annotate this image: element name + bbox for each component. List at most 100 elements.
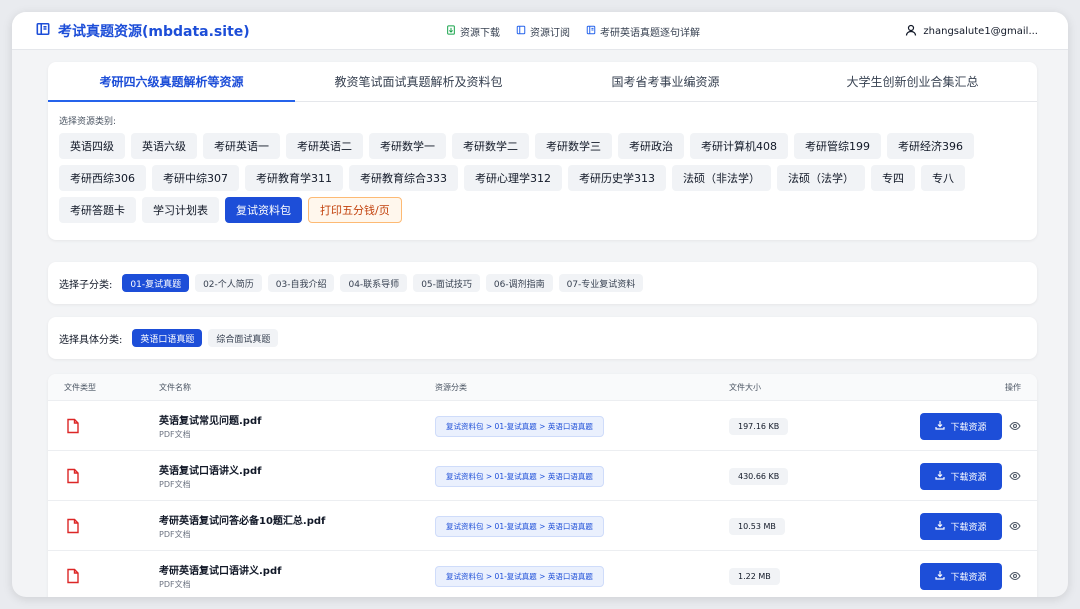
file-type: PDF文档 xyxy=(159,480,191,489)
specific-label: 选择具体分类: xyxy=(59,334,123,346)
header-category: 资源分类 xyxy=(435,382,467,392)
header-file-name: 文件名称 xyxy=(159,382,191,392)
category-chip[interactable]: 考研中综307 xyxy=(152,165,239,191)
category-chip[interactable]: 考研管综199 xyxy=(794,133,881,159)
table-row: 英语复试常见问题.pdf PDF文档 复试资料包 > 01-复试真题 > 英语口语… xyxy=(48,400,1037,450)
specific-pill-selected[interactable]: 英语口语真题 xyxy=(132,329,203,347)
category-label: 选择资源类别: xyxy=(59,117,117,127)
preview-eye-icon[interactable] xyxy=(1009,401,1021,451)
subcategory-pill[interactable]: 04-联系导师 xyxy=(340,274,408,292)
pdf-icon xyxy=(66,501,80,551)
category-path-badge: 复试资料包 > 01-复试真题 > 英语口语真题 xyxy=(435,465,604,487)
subcategory-pill[interactable]: 07-专业复试资料 xyxy=(558,274,644,292)
category-chip[interactable]: 专八 xyxy=(921,165,965,191)
file-name-cell: 英语复试常见问题.pdf PDF文档 xyxy=(159,412,261,440)
user-icon xyxy=(905,24,917,39)
download-icon xyxy=(935,420,946,433)
preview-eye-icon[interactable] xyxy=(1009,451,1021,501)
category-chip[interactable]: 专四 xyxy=(871,165,915,191)
download-button[interactable]: 下载资源 xyxy=(920,412,1002,440)
brand[interactable]: 考试真题资源(mbdata.site) xyxy=(36,21,250,41)
pdf-icon xyxy=(66,401,80,451)
browser-window: 考试真题资源(mbdata.site) 资源下载 资源订阅 考研英语真题逐句详解 xyxy=(12,12,1068,597)
print-service-chip[interactable]: 打印五分钱/页 xyxy=(308,197,402,223)
category-chip[interactable]: 英语六级 xyxy=(131,133,197,159)
file-type: PDF文档 xyxy=(159,580,191,589)
category-chip[interactable]: 考研教育学311 xyxy=(245,165,343,191)
tab-innovation[interactable]: 大学生创新创业合集汇总 xyxy=(789,62,1036,101)
category-chip[interactable]: 学习计划表 xyxy=(142,197,219,223)
preview-eye-icon[interactable] xyxy=(1009,501,1021,551)
tab-civil-service[interactable]: 国考省考事业编资源 xyxy=(542,62,789,101)
category-chip[interactable]: 考研经济396 xyxy=(887,133,974,159)
nav-link-label: 考研英语真题逐句详解 xyxy=(600,27,700,39)
file-name: 考研英语复试问答必备10题汇总.pdf xyxy=(159,516,326,527)
category-chip-selected[interactable]: 复试资料包 xyxy=(225,197,302,223)
resource-category-card: 考研四六级真题解析等资源 教资笔试面试真题解析及资料包 国考省考事业编资源 大学… xyxy=(48,62,1037,240)
subcategory-pill-selected[interactable]: 01-复试真题 xyxy=(122,274,190,292)
category-chip[interactable]: 考研数学二 xyxy=(452,133,529,159)
download-label: 下载资源 xyxy=(950,422,987,433)
category-chip[interactable]: 考研数学三 xyxy=(535,133,612,159)
download-icon xyxy=(935,470,946,483)
brand-title: 考试真题资源(mbdata.site) xyxy=(58,23,250,40)
download-button[interactable]: 下载资源 xyxy=(920,512,1002,540)
category-chips: 英语四级 英语六级 考研英语一 考研英语二 考研数学一 考研数学二 考研数学三 … xyxy=(48,127,1023,223)
nav-link-english-detail[interactable]: 考研英语真题逐句详解 xyxy=(586,24,700,39)
category-chip[interactable]: 考研西综306 xyxy=(59,165,146,191)
download-button[interactable]: 下载资源 xyxy=(920,462,1002,490)
table-header: 文件类型 文件名称 资源分类 文件大小 操作 xyxy=(48,374,1037,400)
table-row: 考研英语复试问答必备10题汇总.pdf PDF文档 复试资料包 > 01-复试真题… xyxy=(48,500,1037,550)
category-chip[interactable]: 考研英语一 xyxy=(203,133,280,159)
category-chip[interactable]: 考研数学一 xyxy=(369,133,446,159)
file-name: 英语复试口语讲义.pdf xyxy=(159,466,262,477)
user-menu[interactable]: zhangsalute1@gmail... xyxy=(905,12,1038,50)
file-size-badge: 430.66 KB xyxy=(729,467,789,485)
header-file-size: 文件大小 xyxy=(729,382,761,392)
subcategory-card: 选择子分类: 01-复试真题 02-个人简历 03-自我介绍 04-联系导师 0… xyxy=(48,262,1037,304)
category-path-badge: 复试资料包 > 01-复试真题 > 英语口语真题 xyxy=(435,415,604,437)
file-name: 英语复试常见问题.pdf xyxy=(159,416,262,427)
file-type: PDF文档 xyxy=(159,430,191,439)
category-path-badge: 复试资料包 > 01-复试真题 > 英语口语真题 xyxy=(435,515,604,537)
category-chip[interactable]: 考研答题卡 xyxy=(59,197,136,223)
tab-teacher-cert[interactable]: 教资笔试面试真题解析及资料包 xyxy=(295,62,542,101)
nav-link-subscribe[interactable]: 资源订阅 xyxy=(516,24,570,39)
pdf-icon xyxy=(66,551,80,597)
category-chip[interactable]: 英语四级 xyxy=(59,133,125,159)
file-size-badge: 1.22 MB xyxy=(729,567,780,585)
user-email: zhangsalute1@gmail... xyxy=(923,25,1038,37)
category-chip[interactable]: 考研教育综合333 xyxy=(349,165,458,191)
file-name: 考研英语复试口语讲义.pdf xyxy=(159,566,282,577)
download-button[interactable]: 下载资源 xyxy=(920,562,1002,590)
file-size-badge: 197.16 KB xyxy=(729,417,789,435)
file-name-cell: 考研英语复试口语讲义.pdf PDF文档 xyxy=(159,562,281,590)
download-icon xyxy=(935,520,946,533)
category-chip[interactable]: 法硕（法学） xyxy=(777,165,865,191)
download-label: 下载资源 xyxy=(950,572,987,583)
category-chip[interactable]: 考研历史学313 xyxy=(568,165,666,191)
file-size-badge: 10.53 MB xyxy=(729,517,785,535)
category-chip[interactable]: 考研计算机408 xyxy=(690,133,788,159)
preview-eye-icon[interactable] xyxy=(1009,551,1021,597)
nav-link-label: 资源下载 xyxy=(460,27,500,39)
download-icon xyxy=(935,570,946,583)
nav-link-download[interactable]: 资源下载 xyxy=(446,24,500,39)
category-chip[interactable]: 考研英语二 xyxy=(286,133,363,159)
file-name-cell: 考研英语复试问答必备10题汇总.pdf PDF文档 xyxy=(159,512,325,540)
pdf-icon xyxy=(66,451,80,501)
category-chip[interactable]: 考研心理学312 xyxy=(464,165,562,191)
specific-pill[interactable]: 综合面试真题 xyxy=(208,329,279,347)
subcategory-pill[interactable]: 05-面试技巧 xyxy=(413,274,480,292)
specific-category-card: 选择具体分类: 英语口语真题 综合面试真题 xyxy=(48,317,1037,359)
tab-cet-kaoyan[interactable]: 考研四六级真题解析等资源 xyxy=(48,62,295,102)
book-icon xyxy=(586,25,596,38)
subcategory-label: 选择子分类: xyxy=(59,279,113,291)
subcategory-pill[interactable]: 02-个人简历 xyxy=(195,274,262,292)
category-chip[interactable]: 法硕（非法学） xyxy=(672,165,771,191)
file-table: 文件类型 文件名称 资源分类 文件大小 操作 英语复试常见问题.pdf PDF文档… xyxy=(48,374,1037,597)
subcategory-pill[interactable]: 06-调剂指南 xyxy=(485,274,553,292)
book-icon xyxy=(36,22,50,40)
subcategory-pill[interactable]: 03-自我介绍 xyxy=(267,274,335,292)
category-chip[interactable]: 考研政治 xyxy=(618,133,684,159)
